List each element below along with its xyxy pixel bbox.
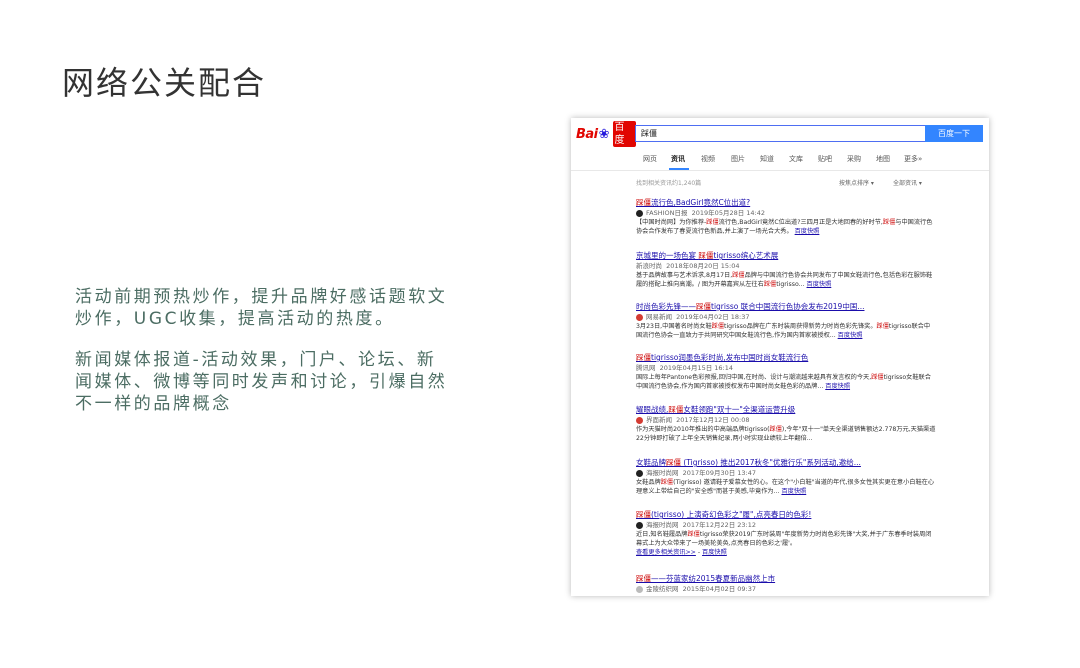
result-item: 时尚色彩先锋——踩僵tigrisso 联合中国流行色协会发布2019中国... …: [636, 302, 936, 340]
result-item: 踩僵(tigrisso) 上演奇幻色彩之"履",点亮春日的色彩! 海报时尚网 2…: [636, 510, 936, 558]
active-tab-indicator: [669, 168, 689, 170]
keyword-highlight: 踩僵: [706, 219, 719, 226]
source-icon: [636, 417, 643, 424]
result-title[interactable]: 踩僵tigrisso润墨色彩时尚,发布中国时尚女鞋流行色: [636, 353, 936, 362]
source-icon: [636, 210, 643, 217]
result-title[interactable]: 女鞋品牌踩僵 (Tigrisso) 推出2017秋冬"优雅行乐"系列活动,邀给.…: [636, 458, 936, 467]
tab-more[interactable]: 更多»: [904, 154, 922, 164]
result-meta: 海报时尚网 2017年12月22日 23:12: [636, 521, 936, 530]
keyword-highlight: 踩僵: [687, 531, 700, 538]
result-abstract: 女鞋品牌踩僵(Tigrisso) 邀请鞋子爱慕女性的心。在这个"小白鞋"当道的年…: [636, 479, 935, 495]
logo-text: Bai: [576, 126, 598, 142]
snapshot-link[interactable]: 百度快照: [795, 228, 820, 235]
result-abstract: 3月23日,中国著名时尚女鞋踩僵tigrisso品牌在广东时装周获得新势力时尚色…: [636, 323, 931, 339]
tab-images[interactable]: 图片: [731, 154, 745, 164]
tab-zhidao[interactable]: 知道: [760, 154, 774, 164]
search-button[interactable]: 百度一下: [925, 125, 983, 142]
keyword-highlight: 踩僵: [882, 219, 896, 226]
tab-wenku[interactable]: 文库: [789, 154, 803, 164]
keyword-highlight: 踩僵: [666, 458, 681, 467]
keyword-highlight: 踩僵: [698, 251, 714, 260]
search-tabs: 网页 资讯 视频 图片 知道 文库 贴吧 采购 地图 更多»: [571, 148, 989, 171]
keyword-highlight: 踩僵: [636, 353, 651, 362]
tab-web[interactable]: 网页: [643, 154, 657, 164]
keyword-highlight: 踩僵: [769, 426, 782, 433]
result-meta: 海报时尚网 2017年09月30日 13:47: [636, 469, 936, 478]
result-abstract: 近日,知名鞋履品牌踩僵tigrisso荣获2019广东时装周"年度新势力时尚色彩…: [636, 531, 932, 547]
result-item: 耀眼战绩,踩僵女鞋领跑"双十一"全渠道运营升级 界面新闻 2017年12月12日…: [636, 405, 936, 443]
baidu-search-bar: Bai ❀ 百度 踩僵 百度一下: [571, 118, 989, 148]
result-title[interactable]: 京城里的一场色宴 踩僵tigrisso缤心艺术展: [636, 251, 936, 260]
tab-video[interactable]: 视频: [701, 154, 715, 164]
result-meta: 界面新闻 2017年12月12日 00:08: [636, 416, 936, 425]
body-paragraph-1: 活动前期预热炒作，提升品牌好感话题软文炒作，UGC收集，提高活动的热度。: [75, 287, 448, 329]
result-title[interactable]: 踩僵(tigrisso) 上演奇幻色彩之"履",点亮春日的色彩!: [636, 510, 936, 519]
snapshot-link[interactable]: 百度快照: [702, 549, 727, 556]
snapshot-link[interactable]: 百度快照: [781, 488, 806, 495]
result-title[interactable]: 踩僵流行色,BadGirl竟然C位出道?: [636, 198, 936, 207]
result-item: 京城里的一场色宴 踩僵tigrisso缤心艺术展 新浪时尚 2018年08月20…: [636, 251, 936, 289]
keyword-highlight: 踩僵: [668, 405, 684, 414]
source-icon: [636, 314, 643, 321]
keyword-highlight: 踩僵: [732, 272, 745, 279]
body-paragraph-2: 新闻媒体报道-活动效果，门户、论坛、新闻媒体、微博等同时发声和讨论，引爆自然不一…: [75, 350, 448, 414]
keyword-highlight: 踩僵: [660, 479, 674, 486]
tab-tieba[interactable]: 贴吧: [818, 154, 832, 164]
keyword-highlight: 踩僵: [636, 510, 651, 519]
result-title[interactable]: 时尚色彩先锋——踩僵tigrisso 联合中国流行色协会发布2019中国...: [636, 302, 936, 311]
result-item: 踩僵——芬蓝家纺2015春夏新品幽然上市 金陵纺织网 2015年04月02日 0…: [636, 574, 936, 594]
keyword-highlight: 踩僵: [636, 574, 651, 583]
result-abstract: 国际上每年Pantone色彩预报,回归中国,在时尚、设计与潮流越来越具有发言权的…: [636, 374, 931, 390]
result-meta: 腾讯网 2019年04月15日 16:14: [636, 364, 734, 372]
keyword-highlight: 踩僵: [696, 302, 711, 311]
result-item: 女鞋品牌踩僵 (Tigrisso) 推出2017秋冬"优雅行乐"系列活动,邀给.…: [636, 458, 936, 496]
slide-title: 网络公关配合: [62, 64, 267, 102]
baidu-news-screenshot: Bai ❀ 百度 踩僵 百度一下 网页 资讯 视频 图片 知道 文库 贴吧 采购…: [571, 118, 989, 596]
result-meta: 网易新闻 2019年04月02日 18:37: [636, 313, 936, 322]
sort-dropdown[interactable]: 按焦点排序 ▾: [839, 178, 874, 187]
result-title[interactable]: 耀眼战绩,踩僵女鞋领跑"双十一"全渠道运营升级: [636, 405, 936, 414]
keyword-highlight: 踩僵: [763, 280, 777, 288]
result-item: 踩僵流行色,BadGirl竟然C位出道? FASHION日报 2019年05月2…: [636, 198, 936, 236]
result-meta: 新浪时尚 2018年08月20日 15:04: [636, 262, 740, 270]
tab-caigou[interactable]: 采购: [847, 154, 861, 164]
baidu-logo[interactable]: Bai ❀ 百度: [576, 121, 636, 147]
search-input[interactable]: 踩僵: [635, 125, 925, 142]
snapshot-link[interactable]: 百度快照: [825, 383, 850, 390]
result-abstract: 基于品牌故事与艺术诉求,8月17日,踩僵品牌与中国流行色协会共同发布了中国女鞋流…: [636, 272, 933, 288]
more-news-row: 查看更多相关资讯>> - 百度快照: [636, 549, 727, 556]
paw-icon: ❀: [598, 126, 610, 142]
result-abstract: 作为天猫时尚2010年推出的中高端品牌tigrisso(踩僵),今年"双十一"单…: [636, 426, 936, 442]
result-meta: FASHION日报 2019年05月28日 14:42: [636, 209, 936, 218]
logo-text-cn: 百度: [612, 121, 636, 147]
keyword-highlight: 踩僵: [871, 374, 884, 381]
result-stats: 找到相关资讯约1,240篇: [636, 180, 702, 187]
more-news-link[interactable]: 查看更多相关资讯>>: [636, 549, 696, 556]
source-icon: [636, 586, 643, 593]
result-item: 踩僵tigrisso润墨色彩时尚,发布中国时尚女鞋流行色 腾讯网 2019年04…: [636, 353, 936, 391]
keyword-highlight: 踩僵: [876, 323, 889, 330]
tab-news[interactable]: 资讯: [671, 154, 685, 164]
source-icon: [636, 470, 643, 477]
result-meta: 金陵纺织网 2015年04月02日 09:37: [636, 585, 936, 594]
snapshot-link[interactable]: 百度快照: [838, 332, 863, 339]
source-icon: [636, 522, 643, 529]
tab-map[interactable]: 地图: [876, 154, 890, 164]
result-title[interactable]: 踩僵——芬蓝家纺2015春夏新品幽然上市: [636, 574, 936, 583]
filter-dropdown[interactable]: 全部资讯 ▾: [893, 178, 922, 187]
snapshot-link[interactable]: 百度快照: [807, 281, 832, 288]
keyword-highlight: 踩僵: [711, 323, 725, 330]
result-abstract: 【中国时尚网】为你推荐-踩僵流行色,BadGirl竟然C位出道?三四月正是大地回…: [636, 219, 933, 235]
